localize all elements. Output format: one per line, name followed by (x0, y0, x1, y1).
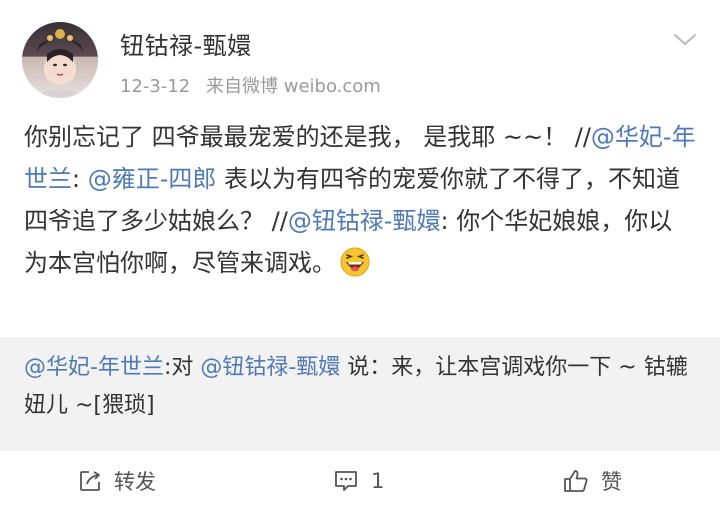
repost-label: 转发 (114, 470, 156, 494)
post-text: 你别忘记了 四爷最最宠爱的还是我， 是我耶 ~~！ // (24, 123, 591, 151)
thumbs-up-icon (564, 470, 588, 492)
post-content: 你别忘记了 四爷最最宠爱的还是我， 是我耶 ~~！ //@华妃-年世兰: @雍正… (24, 116, 696, 284)
like-button[interactable]: 赞 (563, 467, 622, 495)
mention-link[interactable]: @华妃-年世兰 (24, 355, 164, 380)
comment-count: 1 (371, 469, 385, 493)
avatar[interactable] (22, 22, 98, 98)
chevron-down-icon[interactable] (672, 30, 698, 50)
post-text: : (72, 165, 88, 193)
comment-text: @华妃-年世兰:对 @钮钴禄-甄嬛 说：来，让本宫调戏你一下 ~ 钴辘妞儿 ~[… (24, 349, 696, 425)
like-label: 赞 (601, 470, 622, 494)
comment-icon (335, 471, 357, 491)
post-header: 钮钴禄-甄嬛 12-3-12 来自微博 weibo.com (0, 0, 720, 110)
avatar-portrait-icon (32, 29, 88, 98)
mention-link[interactable]: @雍正-四郎 (88, 165, 217, 193)
comment-fragment: :对 (163, 355, 201, 380)
laughing-emoji-icon (340, 247, 370, 277)
action-bar: 转发 1 赞 (0, 451, 720, 510)
mention-link[interactable]: @钮钴禄-甄嬛 (288, 207, 441, 235)
post-date: 12-3-12 (120, 76, 191, 97)
comment-button[interactable]: 1 (333, 467, 384, 495)
post-meta: 12-3-12 来自微博 weibo.com (120, 72, 391, 98)
mention-link[interactable]: @钮钴禄-甄嬛 (200, 355, 340, 380)
username[interactable]: 钮钴禄-甄嬛 (120, 26, 252, 61)
comment-section: @华妃-年世兰:对 @钮钴禄-甄嬛 说：来，让本宫调戏你一下 ~ 钴辘妞儿 ~[… (0, 337, 720, 451)
repost-button[interactable]: 转发 (78, 467, 156, 495)
post-source[interactable]: 来自微博 weibo.com (206, 76, 381, 97)
repost-icon (80, 471, 100, 491)
